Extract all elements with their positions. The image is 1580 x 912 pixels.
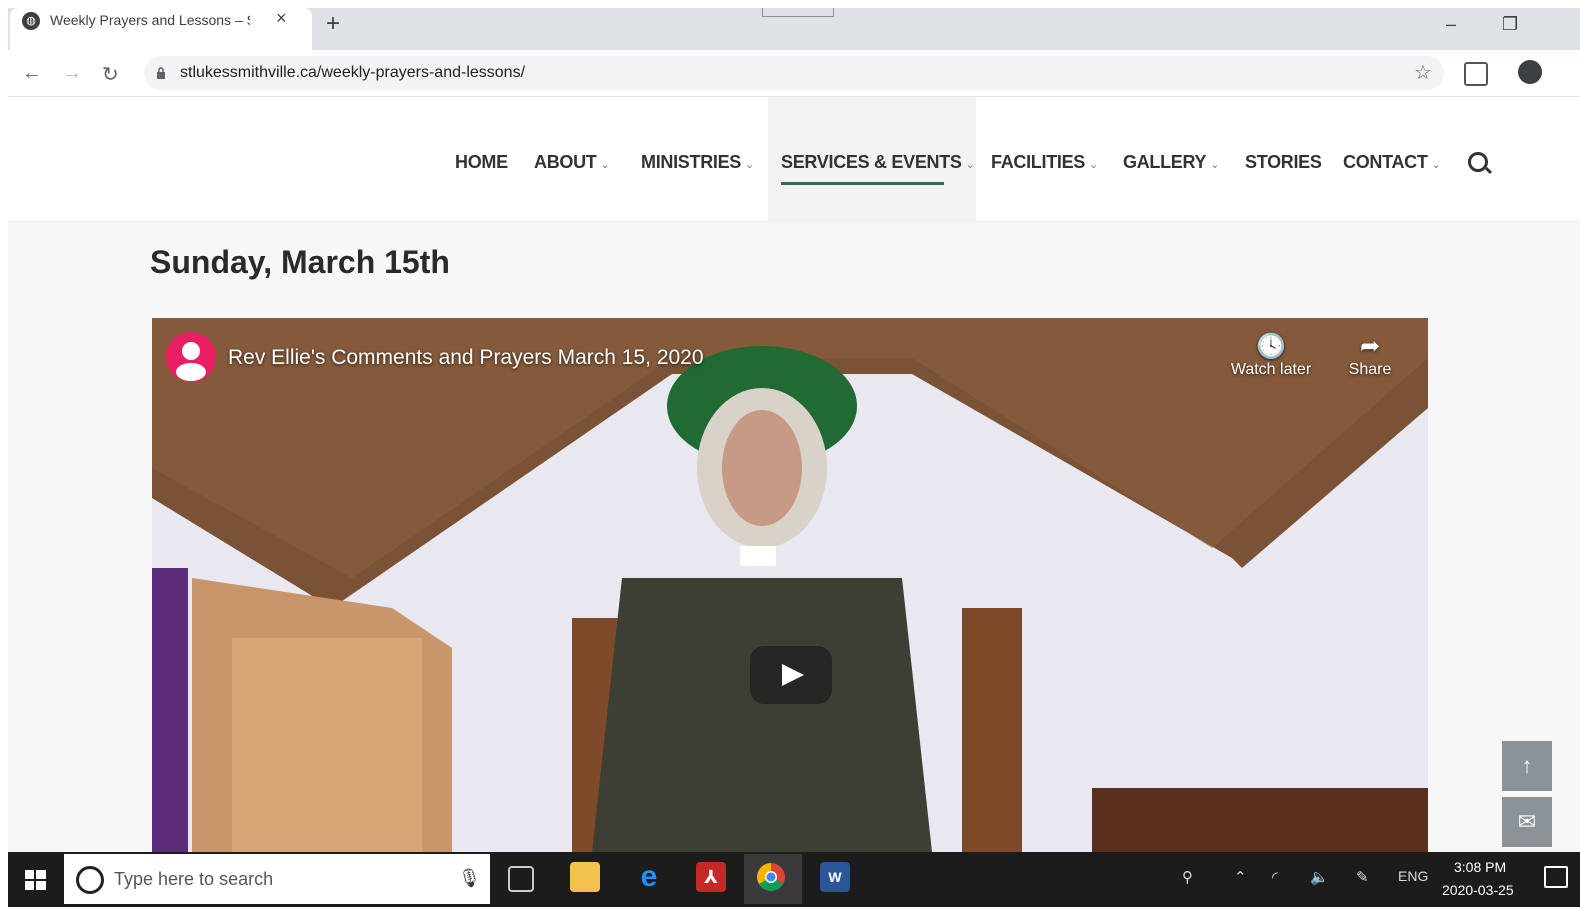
close-tab-icon[interactable]: × bbox=[276, 8, 287, 29]
nav-item-ministries[interactable]: MINISTRIES ⌄ bbox=[641, 152, 754, 173]
microphone-icon[interactable]: 🎙 bbox=[458, 868, 481, 889]
volume-icon[interactable]: 🔈 bbox=[1310, 868, 1329, 886]
reload-button[interactable]: ↻ bbox=[102, 62, 119, 87]
people-icon[interactable]: ⚲ bbox=[1182, 868, 1193, 886]
share-icon: ➦ bbox=[1359, 333, 1381, 360]
acrobat-icon[interactable]: ⅄ bbox=[696, 862, 726, 892]
clock-date[interactable]: 2020-03-25 bbox=[1442, 882, 1514, 898]
chevron-down-icon: ⌄ bbox=[1210, 159, 1220, 171]
search-input[interactable]: Type here to search bbox=[114, 869, 273, 890]
nav-active-underline bbox=[781, 182, 944, 185]
start-button[interactable] bbox=[8, 852, 64, 907]
pen-icon[interactable]: ✎ bbox=[1356, 868, 1369, 886]
wifi-icon[interactable]: ◜ bbox=[1272, 868, 1278, 886]
minimize-button[interactable]: – bbox=[1446, 14, 1456, 35]
window-drag-handle[interactable] bbox=[762, 8, 834, 17]
nav-item-home[interactable]: HOME bbox=[455, 152, 508, 173]
share-button[interactable]: ➦ Share bbox=[1320, 332, 1420, 379]
chevron-down-icon: ⌄ bbox=[1431, 159, 1441, 171]
word-icon[interactable]: W bbox=[820, 862, 850, 892]
tab-title: Weekly Prayers and Lessons – St. bbox=[50, 12, 250, 28]
clock-icon: 🕓 bbox=[1256, 333, 1286, 360]
windows-icon bbox=[25, 870, 46, 890]
file-explorer-icon[interactable] bbox=[570, 862, 600, 892]
nav-item-about[interactable]: ABOUT ⌄ bbox=[534, 152, 610, 173]
task-view-icon[interactable] bbox=[508, 866, 534, 892]
lock-icon[interactable] bbox=[156, 66, 166, 79]
nav-item-gallery[interactable]: GALLERY ⌄ bbox=[1123, 152, 1219, 173]
notifications-icon[interactable] bbox=[1544, 866, 1568, 888]
channel-avatar[interactable] bbox=[166, 332, 216, 382]
globe-icon: ◍ bbox=[22, 12, 40, 30]
play-button[interactable] bbox=[750, 646, 832, 704]
forward-button[interactable]: → bbox=[62, 62, 82, 85]
email-button[interactable]: ✉ bbox=[1502, 797, 1552, 847]
nav-item-services-events[interactable]: SERVICES & EVENTS ⌄ bbox=[781, 152, 975, 173]
chevron-down-icon: ⌄ bbox=[1089, 159, 1098, 171]
cortana-icon[interactable] bbox=[76, 866, 104, 894]
new-tab-button[interactable]: + bbox=[326, 12, 340, 36]
chevron-down-icon: ⌄ bbox=[965, 159, 975, 171]
back-button[interactable]: ← bbox=[22, 62, 42, 85]
restore-button[interactable]: ❐ bbox=[1502, 14, 1518, 35]
extension-icon[interactable] bbox=[1464, 62, 1488, 86]
nav-item-stories[interactable]: STORIES bbox=[1245, 152, 1322, 173]
scroll-top-button[interactable]: ↑ bbox=[1502, 741, 1552, 791]
video-player[interactable]: Rev Ellie's Comments and Prayers March 1… bbox=[152, 318, 1428, 852]
page-title: Sunday, March 15th bbox=[150, 244, 450, 280]
language-indicator[interactable]: ENG bbox=[1398, 868, 1428, 884]
chevron-down-icon: ⌄ bbox=[600, 159, 610, 171]
nav-item-contact[interactable]: CONTACT ⌄ bbox=[1343, 152, 1441, 173]
chevron-down-icon: ⌄ bbox=[745, 159, 754, 171]
video-title[interactable]: Rev Ellie's Comments and Prayers March 1… bbox=[228, 346, 704, 370]
nav-item-facilities[interactable]: FACILITIES ⌄ bbox=[991, 152, 1098, 173]
bookmark-star-icon[interactable]: ☆ bbox=[1414, 60, 1432, 85]
chrome-icon[interactable] bbox=[756, 862, 786, 892]
url-text[interactable]: stlukessmithville.ca/weekly-prayers-and-… bbox=[180, 64, 525, 82]
chevron-up-icon[interactable]: ⌃ bbox=[1234, 868, 1247, 886]
watch-later-button[interactable]: 🕓 Watch later bbox=[1221, 332, 1321, 379]
search-icon[interactable] bbox=[1468, 152, 1488, 172]
clock-time[interactable]: 3:08 PM bbox=[1454, 859, 1506, 875]
edge-icon[interactable]: e bbox=[634, 862, 664, 892]
profile-icon[interactable] bbox=[1518, 60, 1542, 84]
video-frame-image bbox=[152, 318, 1428, 852]
